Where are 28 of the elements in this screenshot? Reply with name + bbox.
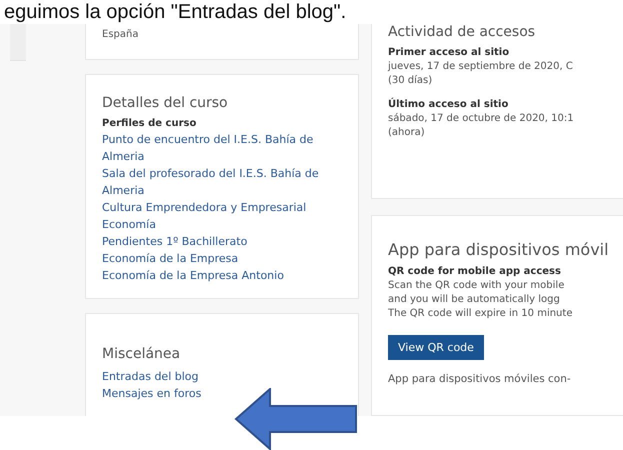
country-text: España: [102, 28, 140, 42]
caption-text: eguimos la opción "Entradas del blog".: [3, 0, 348, 24]
course-link[interactable]: Sala del profesorado del I.E.S. Bahía de Almeria: [102, 165, 342, 199]
course-link[interactable]: Economía de la Empresa Antonio: [102, 267, 342, 284]
qr-instructions: and you will be automatically logg: [388, 293, 561, 307]
access-label: Primer acceso al sitio: [388, 46, 510, 60]
course-link[interactable]: Mensajes en foros: [102, 385, 342, 402]
qr-label: QR code for mobile app access: [388, 265, 562, 279]
access-date: sábado, 17 de octubre de 2020, 10:1: [388, 112, 575, 126]
course-link[interactable]: Economía: [102, 216, 342, 233]
access-label: Último acceso al sitio: [388, 98, 510, 112]
card-title: Miscelánea: [102, 346, 182, 362]
access-date: jueves, 17 de septiembre de 2020, C: [388, 60, 574, 74]
section-label: Perfiles de curso: [102, 117, 198, 131]
access-note: (ahora): [388, 126, 426, 140]
course-link[interactable]: Pendientes 1º Bachillerato: [102, 233, 342, 250]
card-title: Detalles del curso: [102, 95, 229, 111]
qr-instructions: The QR code will expire in 10 minute: [388, 307, 574, 321]
course-link[interactable]: Cultura Emprendedora y Empresarial: [102, 199, 342, 216]
access-note: (30 días): [388, 74, 434, 88]
app-footer-text: App para dispositivos móviles con-: [388, 372, 572, 386]
qr-instructions: Scan the QR code with your mobile: [388, 279, 566, 293]
course-link[interactable]: Entradas del blog: [102, 368, 342, 385]
course-link[interactable]: Punto de encuentro del I.E.S. Bahía de Almeria: [102, 131, 342, 165]
view-qr-button[interactable]: View QR code: [388, 335, 484, 360]
card-title: Actividad de accesos: [388, 24, 536, 40]
card-title: App para dispositivos móvil: [388, 240, 609, 259]
course-link[interactable]: Economía de la Empresa: [102, 250, 342, 267]
